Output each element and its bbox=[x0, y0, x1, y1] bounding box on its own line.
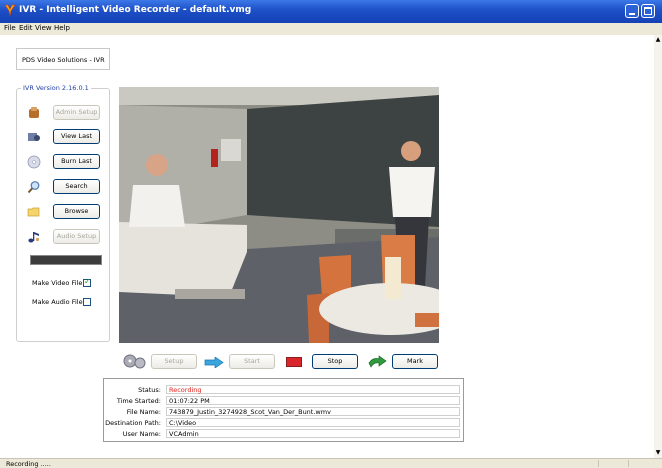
search-button[interactable]: Search bbox=[53, 179, 100, 194]
admin-setup-label: Admin Setup bbox=[55, 108, 98, 116]
browse-button[interactable]: Browse bbox=[53, 204, 100, 219]
menu-file[interactable]: File bbox=[4, 24, 16, 32]
app-logo-icon bbox=[4, 4, 16, 17]
status-label: Status: bbox=[138, 386, 161, 394]
level-meter bbox=[30, 255, 102, 265]
burn-last-button[interactable]: Burn Last bbox=[53, 154, 100, 169]
stop-indicator-icon bbox=[286, 357, 302, 367]
status-bar: Recording ..... bbox=[0, 458, 662, 468]
company-name: PDS Video Solutions - IVR bbox=[22, 56, 105, 64]
user-name-label: User Name: bbox=[122, 430, 161, 438]
stop-button[interactable]: Stop bbox=[312, 354, 358, 369]
title-bar: IVR - Intelligent Video Recorder - defau… bbox=[0, 0, 662, 23]
company-name-box: PDS Video Solutions - IVR bbox=[16, 48, 110, 70]
setup-button[interactable]: Setup bbox=[151, 354, 197, 369]
make-audio-file-checkbox[interactable] bbox=[83, 298, 91, 306]
setup-label: Setup bbox=[164, 357, 184, 365]
admin-setup-button[interactable]: Admin Setup bbox=[53, 105, 100, 120]
destination-path-label: Destination Path: bbox=[105, 419, 161, 427]
window-title: IVR - Intelligent Video Recorder - defau… bbox=[19, 5, 252, 15]
status-value: Recording bbox=[166, 385, 460, 394]
reels-icon bbox=[123, 354, 146, 369]
user-name-value: VCAdmin bbox=[166, 429, 460, 438]
minimize-button[interactable] bbox=[625, 4, 639, 18]
mark-button[interactable]: Mark bbox=[392, 354, 438, 369]
stop-label: Stop bbox=[327, 357, 343, 365]
status-bar-text: Recording ..... bbox=[6, 460, 51, 468]
vertical-scrollbar[interactable]: ▲ ▼ bbox=[654, 35, 662, 458]
view-last-label: View Last bbox=[60, 132, 93, 140]
time-started-value: 01:07:22 PM bbox=[166, 396, 460, 405]
mark-label: Mark bbox=[406, 357, 424, 365]
folder-icon bbox=[27, 207, 40, 217]
scroll-down-icon[interactable]: ▼ bbox=[655, 450, 661, 456]
status-bar-divider bbox=[598, 460, 599, 467]
version-label: IVR Version 2.16.0.1 bbox=[21, 84, 91, 92]
make-audio-file-label: Make Audio File bbox=[32, 298, 83, 306]
menu-bar: File Edit View Help bbox=[0, 23, 662, 35]
browse-label: Browse bbox=[64, 207, 89, 215]
admin-setup-icon bbox=[29, 107, 39, 118]
audio-setup-label: Audio Setup bbox=[56, 232, 97, 240]
view-last-icon bbox=[28, 133, 40, 141]
menu-edit[interactable]: Edit bbox=[19, 24, 33, 32]
status-bar-divider bbox=[628, 460, 629, 467]
start-label: Start bbox=[244, 357, 260, 365]
search-icon bbox=[27, 181, 40, 194]
start-button[interactable]: Start bbox=[229, 354, 275, 369]
scroll-up-icon[interactable]: ▲ bbox=[655, 37, 661, 43]
time-started-label: Time Started: bbox=[116, 397, 161, 405]
file-name-value: 743879_Justin_3274928_Scot_Van_Der_Bunt.… bbox=[166, 407, 460, 416]
video-frame-image bbox=[119, 87, 439, 343]
menu-help[interactable]: Help bbox=[54, 24, 70, 32]
cd-icon bbox=[27, 155, 41, 169]
view-last-button[interactable]: View Last bbox=[53, 129, 100, 144]
burn-last-label: Burn Last bbox=[61, 157, 92, 165]
file-name-label: File Name: bbox=[126, 408, 161, 416]
arrow-right-icon bbox=[204, 357, 224, 368]
maximize-button[interactable] bbox=[641, 4, 655, 18]
video-preview bbox=[119, 87, 439, 343]
mark-arrow-icon bbox=[368, 355, 387, 368]
audio-setup-button[interactable]: Audio Setup bbox=[53, 229, 100, 244]
search-label: Search bbox=[65, 182, 88, 190]
make-video-file-checkbox[interactable] bbox=[83, 277, 91, 287]
make-video-file-label: Make Video File bbox=[32, 279, 83, 287]
menu-view[interactable]: View bbox=[35, 24, 52, 32]
destination-path-value: C:\Video bbox=[166, 418, 460, 427]
music-note-icon bbox=[28, 232, 40, 243]
